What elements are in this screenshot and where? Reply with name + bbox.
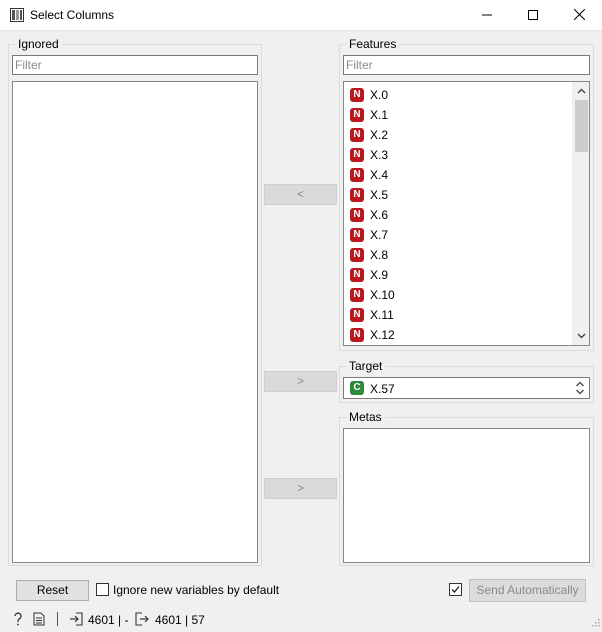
app-icon	[10, 8, 24, 22]
numeric-type-icon: N	[350, 108, 364, 122]
numeric-type-icon: N	[350, 328, 364, 342]
numeric-type-icon: N	[350, 148, 364, 162]
scrollbar-thumb[interactable]	[575, 100, 588, 152]
minimize-icon	[482, 9, 492, 23]
move-to-metas-button[interactable]: >	[264, 478, 337, 499]
output-icon	[135, 612, 149, 629]
feature-list-item[interactable]: N X.3	[348, 145, 568, 165]
numeric-type-icon: N	[350, 88, 364, 102]
feature-list-item[interactable]: N X.0	[348, 85, 568, 105]
features-list[interactable]: N X.0 N X.1 N X.2 N X.3 N X.4 N X.5 N X.6 N X.7 N X.8 N X.9…	[343, 81, 590, 346]
numeric-type-icon: N	[350, 168, 364, 182]
feature-label: X.1	[370, 108, 389, 122]
move-to-target-button[interactable]: >	[264, 371, 337, 392]
feature-list-item[interactable]: N X.6	[348, 205, 568, 225]
numeric-type-icon: N	[350, 268, 364, 282]
numeric-type-icon: N	[350, 188, 364, 202]
feature-label: X.7	[370, 228, 389, 242]
feature-list-item[interactable]: N X.12	[348, 325, 568, 345]
report-icon[interactable]	[33, 612, 45, 629]
feature-label: X.12	[370, 328, 395, 342]
feature-label: X.10	[370, 288, 395, 302]
feature-label: X.5	[370, 188, 389, 202]
categorical-type-icon: C	[350, 381, 364, 395]
feature-list-item[interactable]: N X.4	[348, 165, 568, 185]
input-icon	[69, 612, 83, 629]
ignored-title: Ignored	[15, 37, 62, 51]
ignore-new-label: Ignore new variables by default	[113, 583, 280, 597]
target-combo[interactable]: C X.57	[343, 377, 590, 399]
feature-list-item[interactable]: N X.10	[348, 285, 568, 305]
input-summary: 4601 | -	[88, 613, 129, 627]
feature-label: X.11	[370, 308, 394, 322]
status-separator	[57, 612, 58, 626]
reset-button[interactable]: Reset	[16, 580, 89, 601]
feature-label: X.3	[370, 148, 389, 162]
feature-list-item[interactable]: N X.7	[348, 225, 568, 245]
target-title: Target	[346, 359, 386, 373]
feature-label: X.4	[370, 168, 389, 182]
ignored-filter-input[interactable]	[12, 55, 258, 75]
feature-list-item[interactable]: N X.1	[348, 105, 568, 125]
numeric-type-icon: N	[350, 288, 364, 302]
status-bar: 4601 | - 4601 | 57	[0, 606, 602, 632]
feature-label: X.8	[370, 248, 389, 262]
numeric-type-icon: N	[350, 208, 364, 222]
feature-label: X.2	[370, 128, 389, 142]
window-title: Select Columns	[30, 8, 115, 22]
feature-label: X.0	[370, 88, 389, 102]
send-automatically-button[interactable]: Send Automatically	[469, 579, 586, 602]
feature-list-item[interactable]: N X.8	[348, 245, 568, 265]
feature-list-item[interactable]: N X.5	[348, 185, 568, 205]
numeric-type-icon: N	[350, 128, 364, 142]
ignore-new-checkbox[interactable]	[96, 583, 109, 596]
output-summary: 4601 | 57	[155, 613, 205, 627]
maximize-icon	[528, 9, 538, 23]
auto-send-checkbox[interactable]	[449, 583, 462, 596]
feature-list-item[interactable]: N X.9	[348, 265, 568, 285]
feature-list-item[interactable]: N X.11	[348, 305, 568, 325]
target-value: X.57	[370, 382, 395, 396]
minimize-button[interactable]	[464, 0, 510, 31]
scroll-up-icon[interactable]	[576, 86, 587, 97]
move-to-ignored-button[interactable]: <	[264, 184, 337, 205]
feature-label: X.6	[370, 208, 389, 222]
numeric-type-icon: N	[350, 248, 364, 262]
features-title: Features	[346, 37, 400, 51]
close-button[interactable]	[556, 0, 602, 31]
checkmark-icon	[450, 584, 461, 598]
maximize-button[interactable]	[510, 0, 556, 31]
feature-list-item[interactable]: N X.2	[348, 125, 568, 145]
metas-list[interactable]	[343, 428, 590, 563]
ignored-list[interactable]	[12, 81, 258, 563]
title-bar: Select Columns	[0, 0, 602, 31]
scroll-down-icon[interactable]	[576, 330, 587, 341]
feature-label: X.9	[370, 268, 389, 282]
metas-title: Metas	[346, 410, 385, 424]
features-filter-input[interactable]	[343, 55, 590, 75]
close-icon	[573, 8, 585, 23]
help-icon[interactable]	[12, 612, 24, 629]
spin-arrows-icon[interactable]	[575, 380, 585, 399]
numeric-type-icon: N	[350, 308, 364, 322]
features-scrollbar[interactable]	[572, 82, 589, 345]
numeric-type-icon: N	[350, 228, 364, 242]
